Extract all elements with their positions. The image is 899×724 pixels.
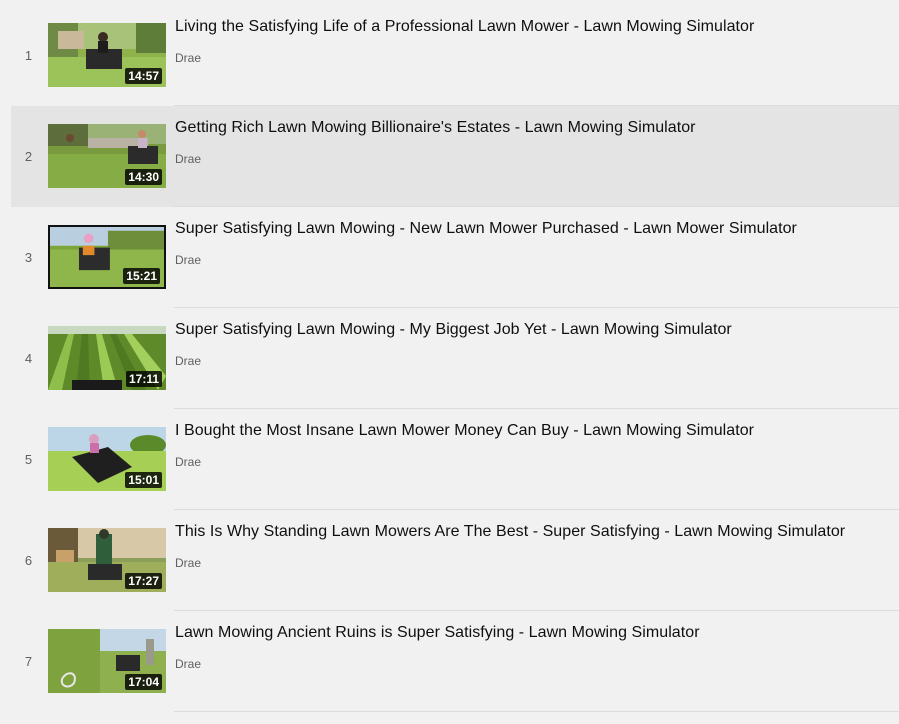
channel-name[interactable]: Drae xyxy=(175,455,201,469)
playlist-item[interactable]: 2 14:30 Getting Rich Lawn Mowing Billion… xyxy=(11,106,899,207)
video-title[interactable]: Living the Satisfying Life of a Professi… xyxy=(175,18,754,36)
playlist-item-index: 3 xyxy=(24,250,33,265)
playlist-item-index: 4 xyxy=(24,351,33,366)
video-title[interactable]: Lawn Mowing Ancient Ruins is Super Satis… xyxy=(175,624,700,642)
video-thumbnail[interactable]: 14:57 xyxy=(48,23,166,87)
video-thumbnail[interactable]: 15:21 xyxy=(48,225,166,289)
video-thumbnail[interactable]: 15:01 xyxy=(48,427,166,491)
channel-name[interactable]: Drae xyxy=(175,253,201,267)
channel-name[interactable]: Drae xyxy=(175,354,201,368)
video-thumbnail[interactable]: 17:11 xyxy=(48,326,166,390)
channel-name[interactable]: Drae xyxy=(175,51,201,65)
video-title[interactable]: This Is Why Standing Lawn Mowers Are The… xyxy=(175,523,845,541)
playlist-item[interactable]: 5 15:01 I Bought the Most Insane Lawn Mo… xyxy=(11,409,899,510)
video-duration: 14:57 xyxy=(125,68,162,84)
video-duration: 17:04 xyxy=(125,674,162,690)
playlist-item[interactable]: 7 17:04 Lawn Mowing Ancient Ruins is Sup… xyxy=(11,611,899,712)
video-duration: 15:21 xyxy=(123,268,160,284)
playlist-item-index: 6 xyxy=(24,553,33,568)
video-duration: 17:11 xyxy=(125,371,162,387)
playlist-item[interactable]: 1 14:57 Living the Satisfying Life of a … xyxy=(11,5,899,106)
video-title[interactable]: Getting Rich Lawn Mowing Billionaire's E… xyxy=(175,119,696,137)
video-duration: 14:30 xyxy=(125,169,162,185)
playlist-item[interactable]: 4 17:11 Super Satisfying Lawn Mowing - M… xyxy=(11,308,899,409)
channel-name[interactable]: Drae xyxy=(175,152,201,166)
playlist-item-index: 7 xyxy=(24,654,33,669)
channel-name[interactable]: Drae xyxy=(175,657,201,671)
channel-name[interactable]: Drae xyxy=(175,556,201,570)
playlist-item-index: 5 xyxy=(24,452,33,467)
video-thumbnail[interactable]: 17:27 xyxy=(48,528,166,592)
video-title[interactable]: Super Satisfying Lawn Mowing - My Bigges… xyxy=(175,321,732,339)
playlist-item[interactable]: 3 15:21 Super Satisfying Lawn Mowing - N… xyxy=(11,207,899,308)
video-title[interactable]: I Bought the Most Insane Lawn Mower Mone… xyxy=(175,422,754,440)
playlist-item[interactable]: 6 17:27 This Is Why Standing Lawn Mowers… xyxy=(11,510,899,611)
divider xyxy=(174,711,899,712)
video-duration: 17:27 xyxy=(125,573,162,589)
video-thumbnail[interactable]: 17:04 xyxy=(48,629,166,693)
video-duration: 15:01 xyxy=(125,472,162,488)
playlist-item-index: 2 xyxy=(24,149,33,164)
video-thumbnail[interactable]: 14:30 xyxy=(48,124,166,188)
video-title[interactable]: Super Satisfying Lawn Mowing - New Lawn … xyxy=(175,220,797,238)
playlist-panel: 1 14:57 Living the Satisfying Life of a … xyxy=(0,0,899,724)
playlist-item-index: 1 xyxy=(24,48,33,63)
